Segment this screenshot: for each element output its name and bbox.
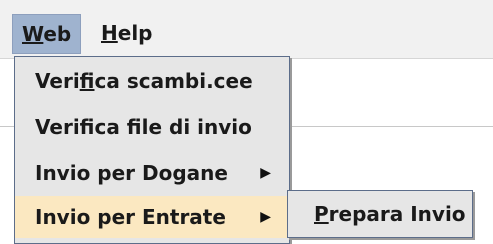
- web-mnemonic: W: [22, 22, 44, 46]
- submenu-arrow-icon: ▶: [260, 209, 271, 225]
- menu-bar: Web Help: [0, 0, 493, 59]
- help-mnemonic: H: [101, 21, 118, 45]
- menu-item-invio-entrate[interactable]: Invio per Entrate ▶: [15, 196, 289, 238]
- web-dropdown-menu: Verifica scambi.cee Verifica file di inv…: [14, 56, 290, 244]
- menu-item-label: Invio per Entrate: [35, 205, 226, 229]
- help-label-rest: elp: [117, 21, 153, 45]
- prepara-mnemonic: P: [314, 202, 329, 226]
- entrate-submenu: Prepara Invio: [287, 190, 473, 238]
- menu-item-prepara-invio[interactable]: Prepara Invio: [288, 193, 472, 235]
- web-label-rest: eb: [43, 22, 72, 46]
- menu-item-label: Verifica scambi.cee: [35, 69, 253, 93]
- submenu-arrow-icon: ▶: [260, 165, 271, 181]
- menu-item-label: Invio per Dogane: [35, 161, 228, 185]
- menu-item-verifica-scambi[interactable]: Verifica scambi.cee: [15, 60, 289, 102]
- menu-help[interactable]: Help: [92, 14, 162, 52]
- menu-item-invio-dogane[interactable]: Invio per Dogane ▶: [15, 152, 289, 194]
- prepara-label-rest: repara Invio: [328, 202, 466, 226]
- label-part: Veri: [35, 69, 80, 93]
- label-mnemonic: f: [79, 69, 95, 93]
- label-part: ica scambi.cee: [94, 69, 253, 93]
- menu-item-label: Verifica file di invio: [35, 115, 252, 139]
- menu-item-verifica-file[interactable]: Verifica file di invio: [15, 106, 289, 148]
- menu-web[interactable]: Web: [12, 14, 82, 54]
